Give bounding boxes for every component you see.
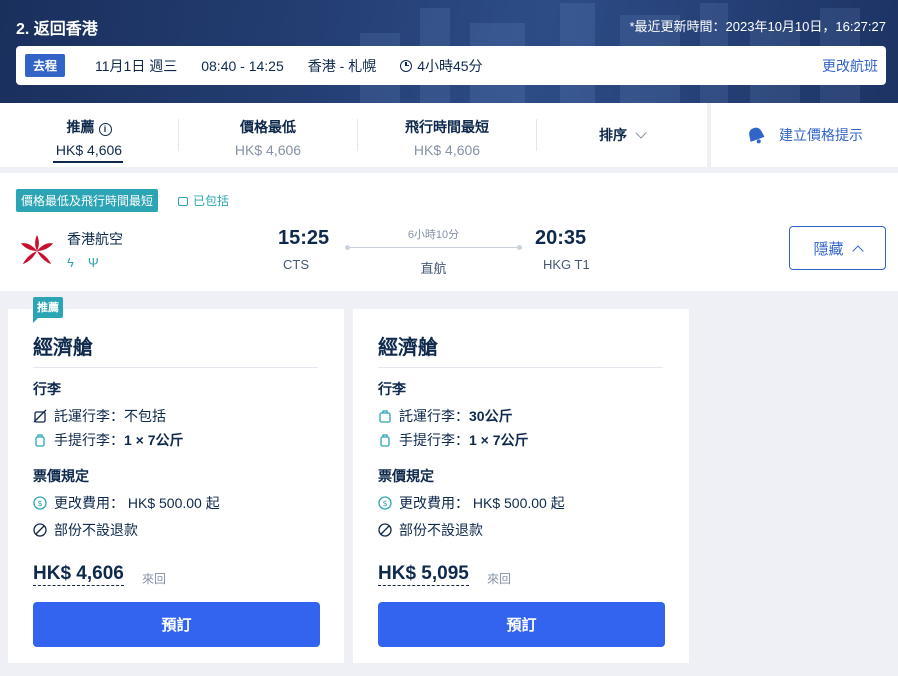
svg-text:$: $ — [382, 499, 387, 508]
carry-on-value: 1 × 7公斤 — [469, 432, 529, 448]
fare-price[interactable]: HK$ 4,606 — [33, 563, 124, 586]
change-fee-row: $ 更改費用： HK$ 500.00 起 — [378, 493, 565, 513]
checked-baggage-label: 託運行李： — [54, 408, 124, 424]
refund-row: 部份不設退款 — [33, 520, 138, 540]
checked-baggage-row: 託運行李： 不包括 — [33, 406, 166, 426]
flight-card: 價格最低及飛行時間最短 已包括 香港航空 ϟΨ 15:25 CTS 6小時10分… — [0, 173, 898, 291]
fare-rules-title: 票價規定 — [33, 468, 89, 484]
hide-button[interactable]: 隱藏 — [789, 226, 886, 270]
sort-tab-label: 價格最低 — [240, 119, 296, 135]
checked-baggage-value: 30公斤 — [469, 408, 513, 424]
refund-text: 部份不設退款 — [54, 522, 138, 538]
included-badge: 已包括 — [178, 192, 229, 209]
fare-card: 經濟艙 行李 託運行李： 不包括 手提行李： 1 × 7公斤 票價規定 $ 更改費用… — [8, 309, 344, 663]
divider — [378, 367, 663, 368]
baggage-icon — [178, 197, 188, 206]
page-title: 2. 返回香港 — [16, 21, 98, 38]
departure-airport: CTS — [283, 257, 309, 272]
carry-on-row: 手提行李： 1 × 7公斤 — [33, 430, 184, 450]
route-line — [345, 245, 522, 250]
price-alert-label: 建立價格提示 — [779, 127, 863, 143]
change-flight-link[interactable]: 更改航班 — [822, 56, 878, 76]
carry-on-label: 手提行李： — [54, 432, 124, 448]
arrival-time: 20:35 — [535, 227, 587, 249]
arrival-airport: HKG T1 — [543, 257, 590, 272]
no-checked-bag-icon — [33, 409, 47, 423]
sort-tab-price: HK$ 4,606 — [55, 142, 123, 158]
checked-baggage-value: 不包括 — [124, 408, 166, 424]
sort-dropdown-label: 排序 — [599, 127, 627, 143]
cabin-class: 經濟艙 — [378, 337, 438, 359]
sort-dropdown[interactable]: 排序 — [537, 103, 707, 167]
fare-price[interactable]: HK$ 5,095 — [378, 563, 469, 586]
best-value-badge: 價格最低及飛行時間最短 — [16, 189, 159, 212]
checked-bag-icon — [379, 410, 391, 423]
trip-direction-tag: 去程 — [25, 54, 66, 77]
header-banner: 2. 返回香港 *最近更新時間：2023年10月10日，16:27:27 去程 … — [0, 0, 898, 103]
sort-tab-price: HK$ 4,606 — [234, 142, 302, 158]
dollar-circle-icon: $ — [378, 496, 392, 510]
sort-tab-recommended[interactable]: 推薦 i HK$ 4,606 — [0, 103, 178, 167]
trip-date: 11月1日 週三 — [95, 57, 178, 74]
included-text: 已包括 — [193, 194, 230, 208]
price-note: 來回 — [142, 572, 167, 586]
sort-bar: 推薦 i HK$ 4,606 價格最低 HK$ 4,606 飛行時間最短 HK$ … — [0, 103, 898, 167]
fare-card: 經濟艙 行李 託運行李： 30公斤 手提行李： 1 × 7公斤 票價規定 $ 更改費… — [353, 309, 689, 663]
clock-icon — [400, 59, 413, 72]
active-tab-underline — [53, 161, 123, 163]
change-fee-text: 更改費用： HK$ 500.00 起 — [54, 495, 220, 511]
refund-text: 部份不設退款 — [399, 522, 483, 538]
svg-text:$: $ — [37, 499, 42, 508]
recommended-tag: 推薦 — [33, 297, 63, 323]
chevron-up-icon — [851, 244, 864, 257]
carry-on-bag-icon — [380, 434, 390, 447]
sort-tab-price: HK$ 4,606 — [413, 142, 481, 158]
stops-info: 直航 — [420, 261, 447, 276]
amenities: ϟΨ — [67, 255, 113, 270]
hong-kong-airlines-logo — [20, 234, 54, 265]
trip-duration-text: 4小時45分 — [417, 57, 483, 74]
bell-icon — [749, 127, 765, 144]
airline-name: 香港航空 — [67, 231, 123, 247]
hide-label: 隱藏 — [813, 240, 844, 258]
power-icon: ϟ — [67, 255, 74, 270]
carry-on-value: 1 × 7公斤 — [124, 432, 184, 448]
flight-duration: 6小時10分 — [407, 229, 460, 241]
departure-time: 15:25 — [278, 227, 330, 249]
book-button[interactable]: 預訂 — [378, 602, 665, 647]
checked-baggage-row: 託運行李： 30公斤 — [378, 406, 513, 426]
trip-route: 香港 - 札幌 — [307, 57, 377, 74]
no-refund-icon — [378, 523, 392, 537]
sort-tab-label: 飛行時間最短 — [405, 119, 489, 135]
baggage-title: 行李 — [33, 381, 61, 397]
change-fee-row: $ 更改費用： HK$ 500.00 起 — [33, 493, 220, 513]
dollar-circle-icon: $ — [33, 496, 47, 510]
fare-rules-title: 票價規定 — [378, 468, 434, 484]
checked-baggage-label: 託運行李： — [399, 408, 469, 424]
carry-on-label: 手提行李： — [399, 432, 469, 448]
trip-duration: 4小時45分 — [400, 56, 483, 76]
cabin-class: 經濟艙 — [33, 337, 93, 359]
trip-time: 08:40 - 14:25 — [201, 57, 284, 74]
book-button[interactable]: 預訂 — [33, 602, 320, 647]
price-note: 來回 — [487, 572, 512, 586]
sort-tab-shortest[interactable]: 飛行時間最短 HK$ 4,606 — [358, 103, 536, 167]
divider — [33, 367, 318, 368]
sort-tab-cheapest[interactable]: 價格最低 HK$ 4,606 — [179, 103, 357, 167]
info-icon[interactable]: i — [98, 123, 112, 136]
carry-on-row: 手提行李： 1 × 7公斤 — [378, 430, 529, 450]
chevron-down-icon — [635, 126, 647, 139]
last-updated-text: *最近更新時間：2023年10月10日，16:27:27 — [629, 19, 886, 34]
carry-on-bag-icon — [35, 434, 45, 447]
baggage-title: 行李 — [378, 381, 406, 397]
sort-tab-label: 推薦 — [66, 119, 95, 135]
meal-icon: Ψ — [87, 255, 99, 270]
no-refund-icon — [33, 523, 47, 537]
trip-summary-bar: 去程 11月1日 週三 08:40 - 14:25 香港 - 札幌 4小時45分… — [16, 46, 886, 85]
price-alert-button[interactable]: 建立價格提示 — [707, 103, 897, 167]
refund-row: 部份不設退款 — [378, 520, 483, 540]
change-fee-text: 更改費用： HK$ 500.00 起 — [399, 495, 565, 511]
